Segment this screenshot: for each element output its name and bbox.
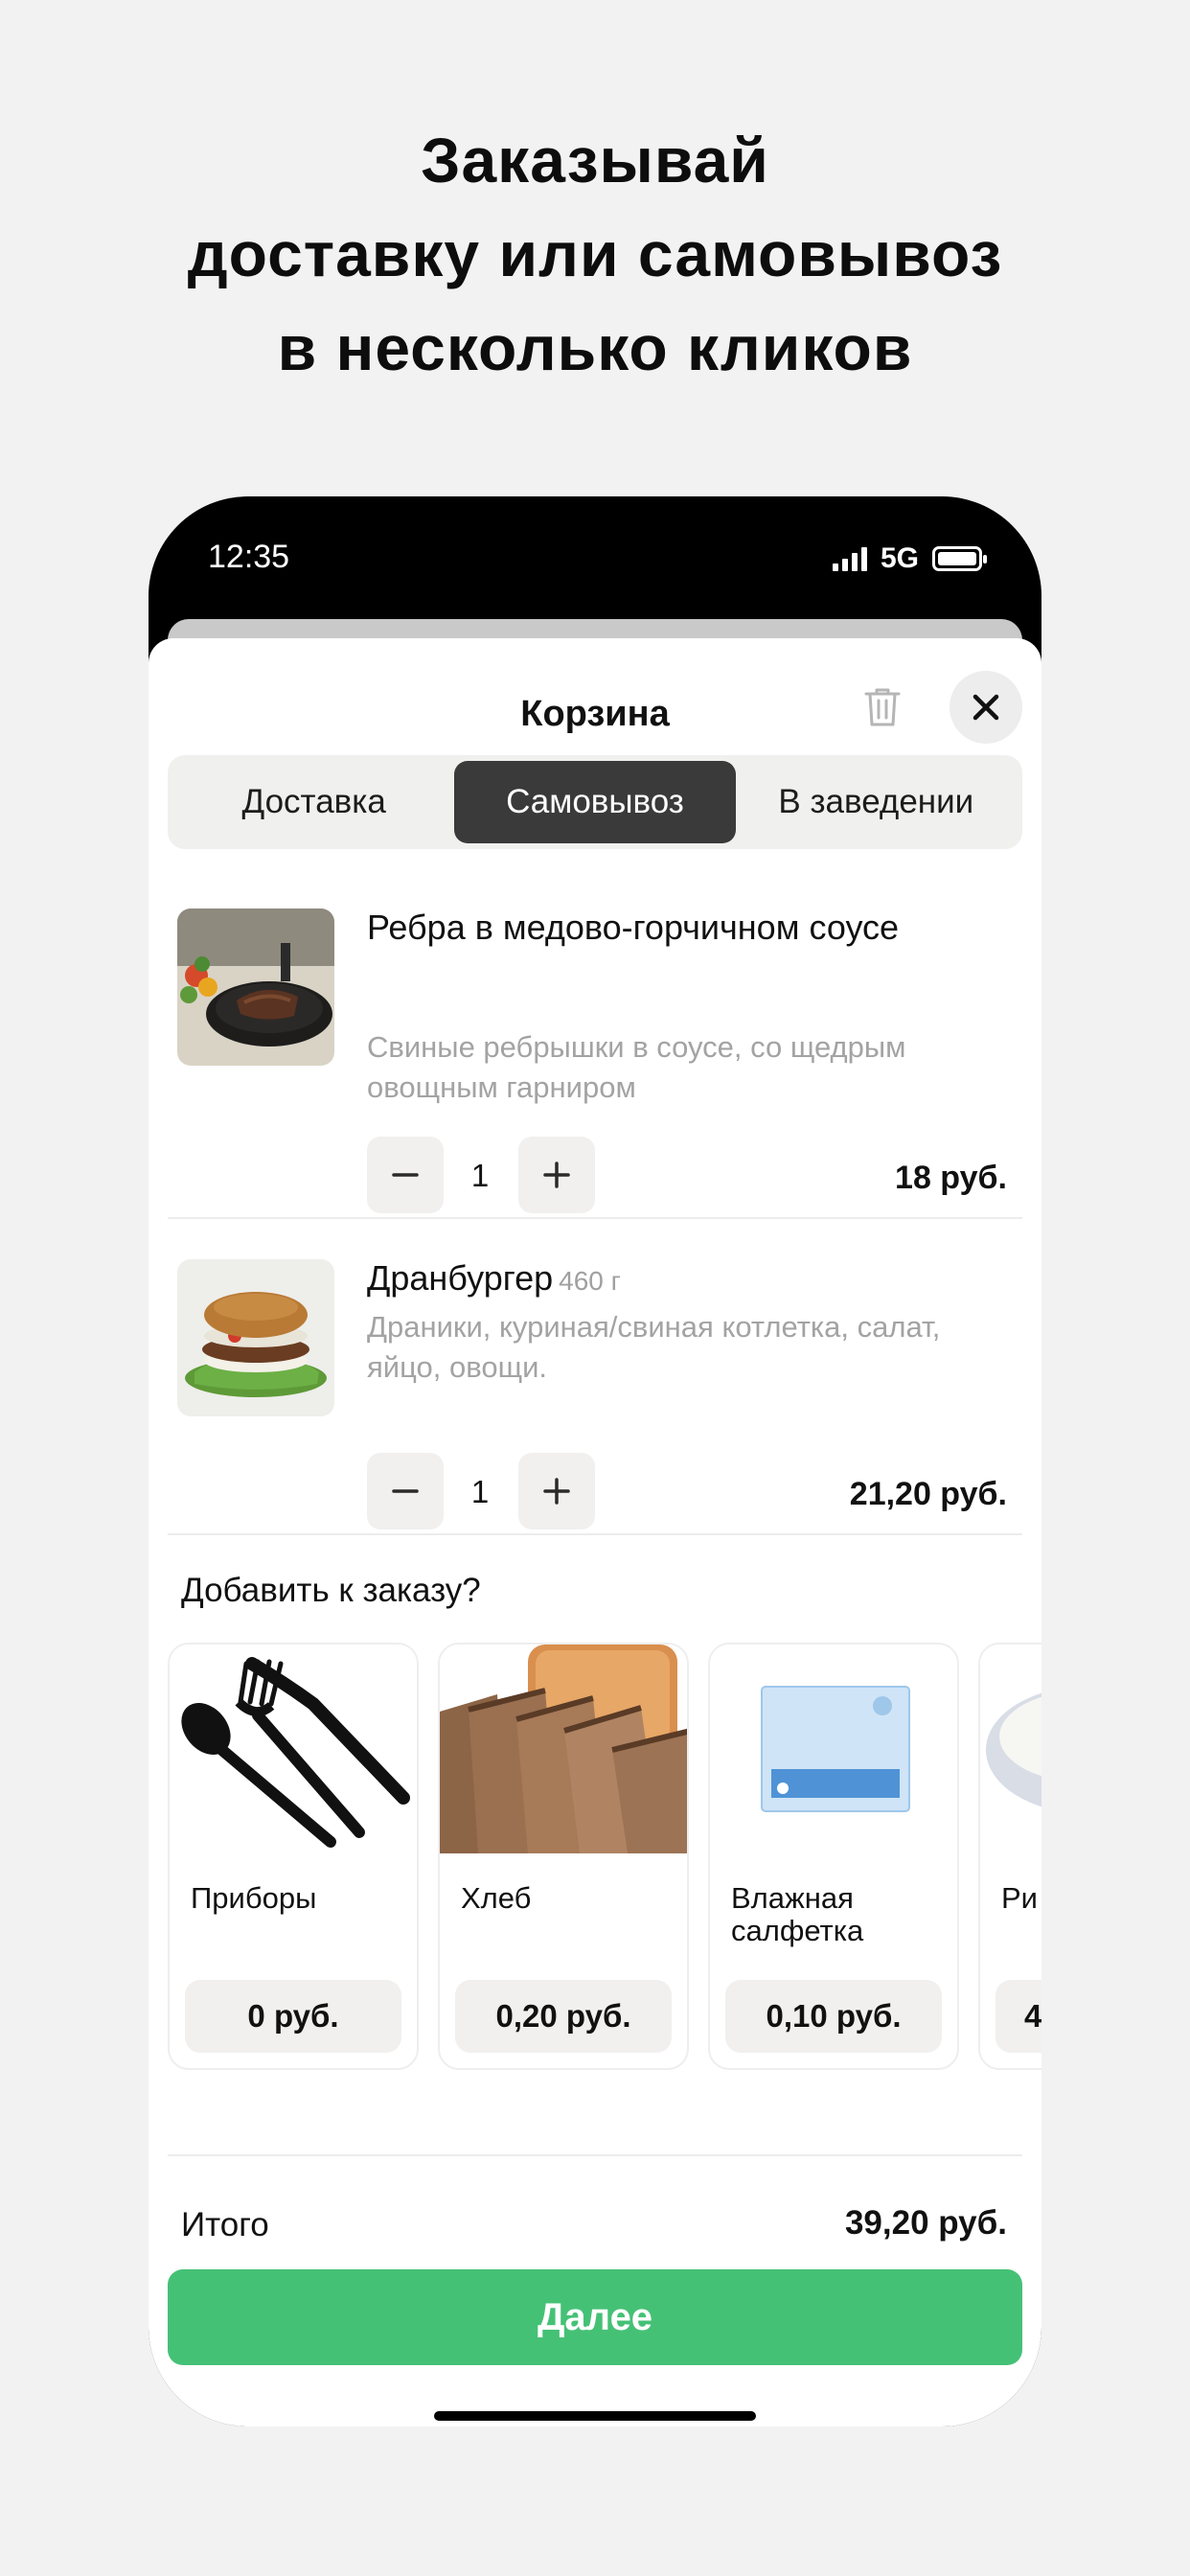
addon-price-button[interactable]: 4 bbox=[995, 1980, 1041, 2053]
decrease-quantity-button[interactable] bbox=[367, 1137, 444, 1213]
next-button[interactable]: Далее bbox=[168, 2269, 1022, 2365]
addon-card[interactable]: Влажная салфетка 0,10 руб. bbox=[708, 1643, 959, 2070]
item-title: Дранбургер 460 г bbox=[367, 1259, 904, 1300]
item-image bbox=[177, 908, 334, 1066]
addons-carousel[interactable]: Приборы 0 руб. Хлеб 0,20 руб. Влажная са… bbox=[168, 1643, 1041, 2070]
plus-icon bbox=[543, 1478, 570, 1505]
addons-title: Добавить к заказу? bbox=[181, 1572, 481, 1609]
item-quantity: 1 bbox=[470, 1158, 490, 1193]
decrease-quantity-button[interactable] bbox=[367, 1453, 444, 1530]
item-title: Ребра в медово-горчичном соусе bbox=[367, 908, 900, 947]
addon-card[interactable]: Ри 4 bbox=[978, 1643, 1041, 2070]
close-button[interactable] bbox=[950, 671, 1022, 744]
order-type-tabs: Доставка Самовывоз В заведении bbox=[168, 755, 1022, 849]
item-image bbox=[177, 1259, 334, 1416]
addon-name: Ри bbox=[1001, 1881, 1038, 1915]
status-indicators: 5G bbox=[832, 542, 987, 575]
item-price: 21,20 руб. bbox=[849, 1476, 1007, 1512]
addon-image bbox=[710, 1644, 957, 1853]
headline-line-3: в несколько кликов bbox=[277, 312, 913, 383]
addon-name: Влажная салфетка bbox=[731, 1881, 864, 1947]
addon-image bbox=[980, 1644, 1041, 1853]
total-label: Итого bbox=[181, 2206, 269, 2243]
addon-price-button[interactable]: 0,20 руб. bbox=[455, 1980, 672, 2053]
divider bbox=[168, 1533, 1022, 1535]
clear-cart-button[interactable] bbox=[848, 673, 917, 742]
network-type: 5G bbox=[880, 542, 919, 574]
increase-quantity-button[interactable] bbox=[518, 1137, 595, 1213]
addon-name: Хлеб bbox=[461, 1881, 532, 1915]
divider bbox=[168, 2154, 1022, 2156]
trash-icon bbox=[864, 688, 901, 726]
battery-icon bbox=[932, 546, 987, 571]
addon-price-button[interactable]: 0,10 руб. bbox=[725, 1980, 942, 2053]
tab-dine-in[interactable]: В заведении bbox=[736, 761, 1017, 843]
phone-frame: 12:35 5G Корзина Доставка Самовывоз В за… bbox=[149, 496, 1041, 2426]
total-value: 39,20 руб. bbox=[844, 2204, 1007, 2242]
addon-image bbox=[170, 1644, 417, 1853]
item-description: Драники, куриная/свиная котлетка, салат,… bbox=[367, 1310, 941, 1384]
divider bbox=[168, 1217, 1022, 1219]
minus-icon bbox=[392, 1173, 419, 1177]
status-time: 12:35 bbox=[208, 539, 290, 575]
addon-card[interactable]: Приборы 0 руб. bbox=[168, 1643, 419, 2070]
tab-pickup[interactable]: Самовывоз bbox=[454, 761, 736, 843]
item-quantity: 1 bbox=[470, 1474, 490, 1509]
cart-sheet: Корзина Доставка Самовывоз В заведении Р… bbox=[149, 638, 1041, 2426]
increase-quantity-button[interactable] bbox=[518, 1453, 595, 1530]
item-description: Свиные ребрышки в соусе, со щедрым овощн… bbox=[367, 1030, 906, 1104]
tab-delivery[interactable]: Доставка bbox=[173, 761, 454, 843]
close-icon bbox=[973, 694, 999, 721]
item-title-text: Дранбургер bbox=[367, 1258, 554, 1298]
status-bar: 12:35 5G bbox=[149, 496, 1041, 621]
signal-icon bbox=[832, 546, 867, 571]
item-weight: 460 г bbox=[559, 1266, 621, 1296]
addon-image bbox=[440, 1644, 687, 1853]
addon-price-button[interactable]: 0 руб. bbox=[185, 1980, 401, 2053]
addon-card[interactable]: Хлеб 0,20 руб. bbox=[438, 1643, 689, 2070]
plus-icon bbox=[543, 1162, 570, 1188]
promo-headline: Заказывай доставку или самовывоз в неско… bbox=[0, 113, 1190, 395]
addon-name: Приборы bbox=[191, 1881, 317, 1915]
item-price: 18 руб. bbox=[895, 1160, 1007, 1196]
minus-icon bbox=[392, 1489, 419, 1493]
headline-line-1: Заказывай bbox=[421, 125, 769, 196]
home-indicator bbox=[434, 2411, 756, 2421]
headline-line-2: доставку или самовывоз bbox=[187, 218, 1003, 289]
